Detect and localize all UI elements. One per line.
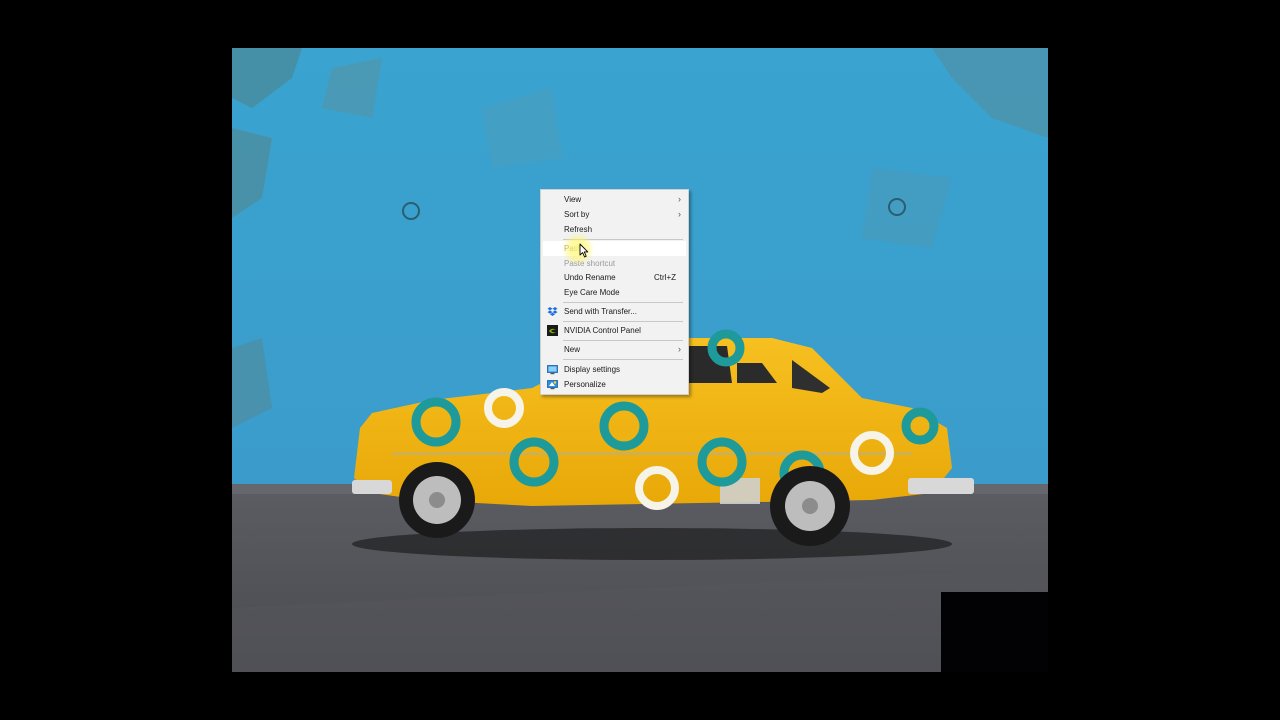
- dropbox-icon: [547, 307, 558, 316]
- menu-item-paste-shortcut[interactable]: Paste shortcut: [543, 256, 686, 271]
- menu-item-display-settings[interactable]: Display settings: [543, 362, 686, 377]
- menu-item-undo-rename[interactable]: Undo Rename Ctrl+Z: [543, 270, 686, 285]
- menu-item-label: Send with Transfer...: [564, 307, 637, 316]
- menu-item-eye-care-mode[interactable]: Eye Care Mode: [543, 285, 686, 300]
- dark-overlay-region: [941, 592, 1048, 672]
- menu-item-label: Paste shortcut: [564, 259, 616, 268]
- menu-item-nvidia-control-panel[interactable]: NVIDIA Control Panel: [543, 323, 686, 338]
- menu-item-label: Refresh: [564, 225, 593, 234]
- menu-item-sort-by[interactable]: Sort by ›: [543, 207, 686, 222]
- menu-item-shortcut: Ctrl+Z: [654, 273, 676, 282]
- menu-item-label: Undo Rename: [564, 273, 616, 282]
- nvidia-icon: [547, 325, 558, 336]
- menu-item-label: Display settings: [564, 365, 621, 374]
- menu-separator: [563, 321, 683, 322]
- menu-item-paste[interactable]: Paste: [543, 241, 686, 256]
- menu-item-label: NVIDIA Control Panel: [564, 326, 641, 335]
- menu-item-label: Paste: [564, 244, 585, 253]
- menu-separator: [563, 239, 683, 240]
- menu-item-label: Personalize: [564, 380, 606, 389]
- desktop-context-menu: View › Sort by › Refresh Paste Paste sho…: [540, 189, 689, 395]
- chevron-right-icon: ›: [678, 209, 681, 219]
- menu-item-view[interactable]: View ›: [543, 192, 686, 207]
- menu-item-label: New: [564, 345, 581, 354]
- menu-item-refresh[interactable]: Refresh: [543, 222, 686, 237]
- chevron-right-icon: ›: [678, 344, 681, 354]
- menu-item-personalize[interactable]: Personalize: [543, 377, 686, 392]
- menu-item-label: Eye Care Mode: [564, 288, 620, 297]
- menu-item-send-with-transfer[interactable]: Send with Transfer...: [543, 304, 686, 319]
- menu-item-label: Sort by: [564, 210, 590, 219]
- menu-separator: [563, 302, 683, 303]
- menu-separator: [563, 340, 683, 341]
- menu-item-label: View: [564, 195, 582, 204]
- personalize-icon: [547, 380, 558, 390]
- screen-frame: View › Sort by › Refresh Paste Paste sho…: [0, 0, 1280, 720]
- display-icon: [547, 365, 558, 375]
- chevron-right-icon: ›: [678, 194, 681, 204]
- menu-separator: [563, 359, 683, 360]
- menu-item-new[interactable]: New ›: [543, 342, 686, 357]
